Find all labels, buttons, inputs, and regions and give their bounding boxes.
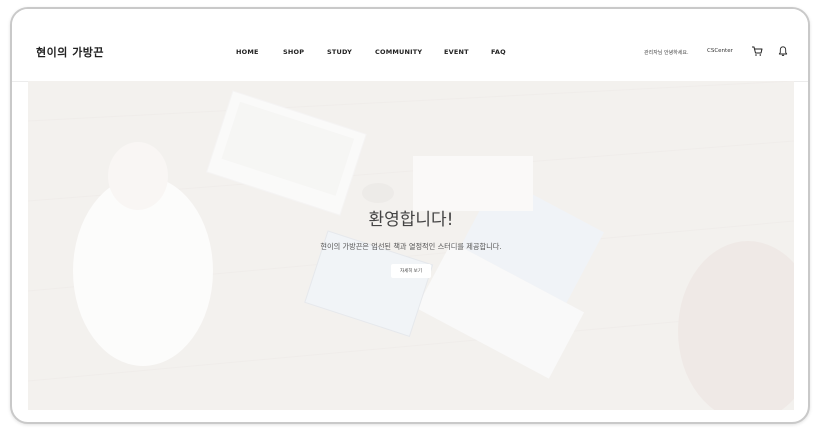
- site-header: 현이의 가방끈 HOME SHOP STUDY COMMUNITY EVENT …: [12, 9, 808, 82]
- nav-shop[interactable]: SHOP: [283, 48, 304, 56]
- nav-faq[interactable]: FAQ: [491, 48, 506, 56]
- nav-home[interactable]: HOME: [236, 48, 259, 56]
- cart-icon[interactable]: [751, 45, 763, 57]
- hero-banner: 환영합니다! 현이의 가방끈은 엄선된 책과 열정적인 스터디를 제공합니다. …: [28, 81, 794, 410]
- nav-study[interactable]: STUDY: [327, 48, 352, 56]
- hero-subtitle: 현이의 가방끈은 엄선된 책과 열정적인 스터디를 제공합니다.: [320, 242, 502, 251]
- hero-content: 환영합니다! 현이의 가방끈은 엄선된 책과 열정적인 스터디를 제공합니다. …: [28, 81, 794, 410]
- browser-frame: 현이의 가방끈 HOME SHOP STUDY COMMUNITY EVENT …: [10, 7, 810, 424]
- view-more-button[interactable]: 자세히 보기: [391, 264, 431, 278]
- bell-icon[interactable]: [777, 45, 789, 57]
- hero-title: 환영합니다!: [368, 210, 454, 230]
- nav-community[interactable]: COMMUNITY: [375, 48, 422, 56]
- user-greeting: 관리자님 안녕하세요.: [644, 50, 689, 56]
- nav-event[interactable]: EVENT: [444, 48, 469, 56]
- cs-center-link[interactable]: CSCenter: [707, 48, 733, 54]
